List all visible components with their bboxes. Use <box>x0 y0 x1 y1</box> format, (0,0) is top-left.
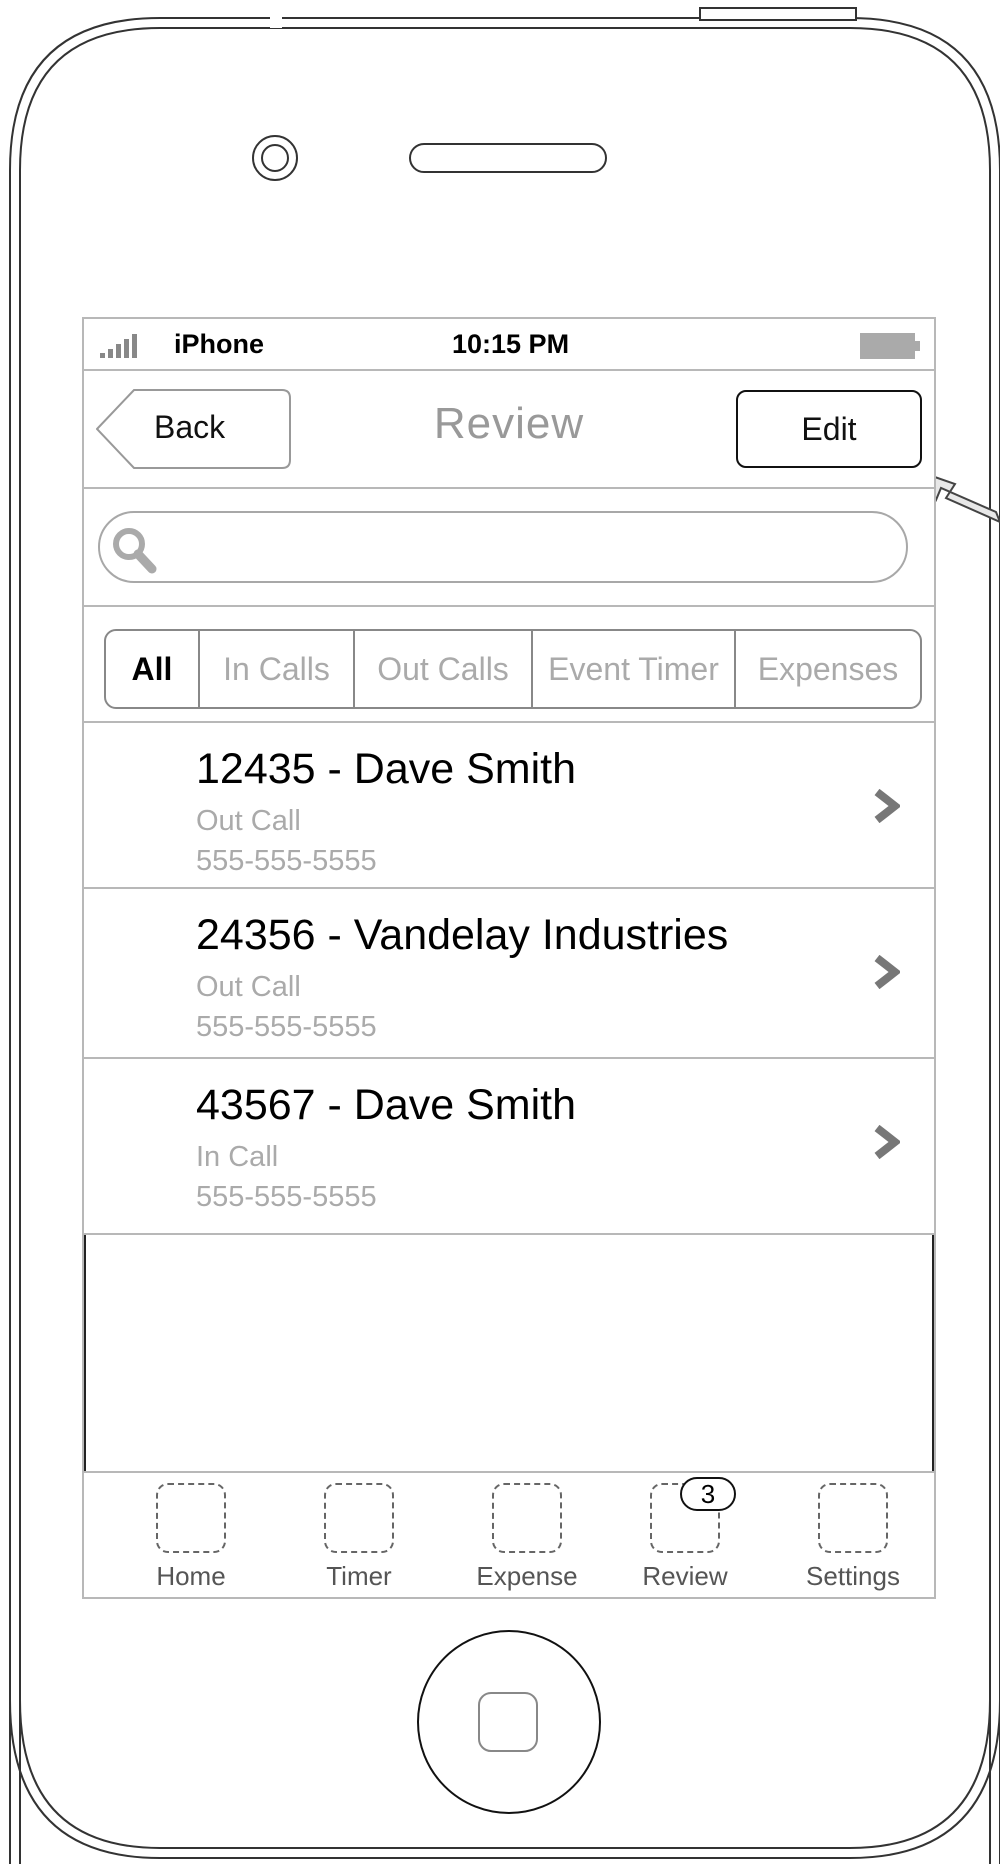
tab-review[interactable]: 3 Review <box>612 1473 752 1597</box>
tab-label: Expense <box>476 1561 578 1591</box>
record-title: 43567 - Dave Smith <box>196 1081 577 1129</box>
expense-icon <box>492 1483 562 1553</box>
tab-home[interactable]: Home <box>118 1473 258 1597</box>
record-type: Out Call <box>196 805 301 837</box>
filter-bar: All In Calls Out Calls Event Timer Expen… <box>84 607 934 723</box>
earpiece-speaker <box>409 143 607 173</box>
search-field[interactable] <box>98 511 908 583</box>
navigation-bar: Back Review Edit <box>84 371 934 489</box>
phone-screen: iPhone 10:15 PM Back Review Edit All In … <box>82 317 936 1599</box>
battery-icon <box>860 333 920 359</box>
search-bar <box>84 489 934 607</box>
empty-content-area <box>84 1235 934 1471</box>
record-type: Out Call <box>196 971 301 1003</box>
tab-label: Review <box>642 1561 728 1591</box>
search-input[interactable] <box>164 523 888 573</box>
carrier-label: iPhone <box>174 329 265 359</box>
filter-segmented-control: All In Calls Out Calls Event Timer Expen… <box>104 629 922 709</box>
status-time: 10:15 PM <box>452 329 570 359</box>
tab-timer[interactable]: Timer <box>286 1473 426 1597</box>
home-button[interactable] <box>417 1630 601 1814</box>
edit-button[interactable]: Edit <box>736 390 922 468</box>
notification-badge: 3 <box>680 1477 736 1511</box>
filter-event-timer[interactable]: Event Timer <box>533 631 736 707</box>
home-icon <box>156 1483 226 1553</box>
filter-in-calls[interactable]: In Calls <box>200 631 355 707</box>
record-phone: 555-555-5555 <box>196 845 377 877</box>
settings-icon <box>818 1483 888 1553</box>
tab-label: Settings <box>806 1561 900 1591</box>
filter-expenses[interactable]: Expenses <box>736 631 920 707</box>
timer-icon <box>324 1483 394 1553</box>
chevron-right-icon <box>874 789 900 823</box>
front-camera-icon <box>252 135 298 181</box>
record-title: 24356 - Vandelay Industries <box>196 911 729 959</box>
tab-label: Home <box>156 1561 226 1591</box>
list-item[interactable]: 12435 - Dave Smith Out Call 555-555-5555 <box>84 723 934 889</box>
tab-expense[interactable]: Expense <box>454 1473 594 1597</box>
status-bar: iPhone 10:15 PM <box>84 319 934 371</box>
record-type: In Call <box>196 1141 279 1173</box>
filter-all[interactable]: All <box>106 631 200 707</box>
tab-bar: Home Timer Expense 3 Review Settings <box>84 1471 934 1597</box>
signal-strength-icon <box>100 334 137 358</box>
list-item[interactable]: 24356 - Vandelay Industries Out Call 555… <box>84 889 934 1059</box>
tab-label: Timer <box>326 1561 392 1591</box>
chevron-right-icon <box>874 955 900 989</box>
record-title: 12435 - Dave Smith <box>196 745 577 793</box>
record-phone: 555-555-5555 <box>196 1011 377 1043</box>
chevron-right-icon <box>874 1125 900 1159</box>
filter-out-calls[interactable]: Out Calls <box>355 631 533 707</box>
search-icon <box>113 528 157 574</box>
tab-settings[interactable]: Settings <box>780 1473 920 1597</box>
record-phone: 555-555-5555 <box>196 1181 377 1213</box>
list-item[interactable]: 43567 - Dave Smith In Call 555-555-5555 <box>84 1059 934 1235</box>
